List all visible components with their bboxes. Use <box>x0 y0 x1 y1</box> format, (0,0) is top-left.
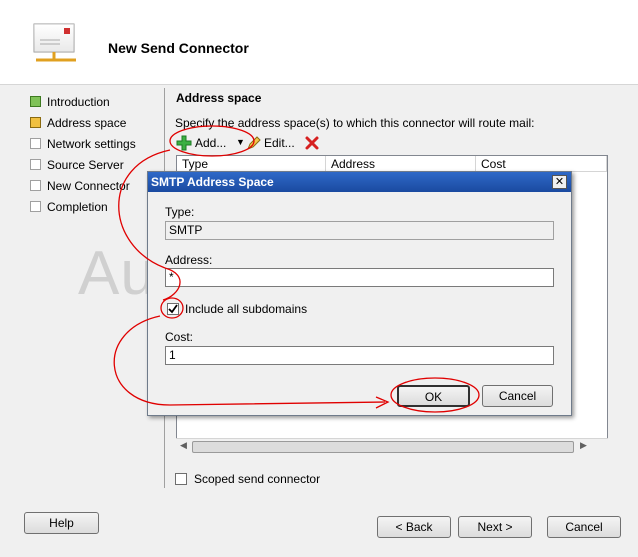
send-connector-icon <box>33 23 76 62</box>
help-button[interactable]: Help <box>24 512 99 534</box>
step-pending-icon <box>30 201 41 212</box>
chevron-down-icon: ▼ <box>236 137 245 147</box>
scoped-label: Scoped send connector <box>194 472 321 486</box>
dialog-title: SMTP Address Space <box>148 172 571 192</box>
horizontal-scrollbar[interactable]: ◀ ▶ <box>176 438 608 454</box>
step-label: Address space <box>47 116 127 130</box>
cost-field[interactable]: 1 <box>165 346 554 365</box>
section-title: Address space <box>176 91 262 105</box>
smtp-address-space-dialog: SMTP Address Space ✕ Type: SMTP Address:… <box>147 171 572 416</box>
type-label: Type: <box>165 205 195 219</box>
section-description: Specify the address space(s) to which th… <box>175 116 535 130</box>
step-pending-icon <box>30 180 41 191</box>
step-pending-icon <box>30 159 41 170</box>
step-pending-icon <box>30 138 41 149</box>
include-subdomains-checkbox[interactable]: Include all subdomains <box>165 301 365 317</box>
column-header-address[interactable]: Address <box>326 156 476 172</box>
wizard-title: New Send Connector <box>108 40 249 56</box>
dialog-cancel-button[interactable]: Cancel <box>482 385 553 407</box>
wizard-header: New Send Connector <box>0 0 638 85</box>
step-label: Source Server <box>47 158 124 172</box>
edit-button[interactable]: Edit... <box>246 134 298 152</box>
step-current-icon <box>30 117 41 128</box>
scroll-left-icon[interactable]: ◀ <box>180 440 187 451</box>
add-label: Add... <box>195 136 227 150</box>
ok-button[interactable]: OK <box>397 385 470 407</box>
type-field: SMTP <box>165 221 554 240</box>
step-done-icon <box>30 96 41 107</box>
scoped-send-connector-checkbox[interactable]: Scoped send connector <box>175 471 335 487</box>
back-button[interactable]: < Back <box>377 516 451 538</box>
address-field[interactable]: * <box>165 268 554 287</box>
subdomains-label: Include all subdomains <box>185 302 308 316</box>
scroll-right-icon[interactable]: ▶ <box>580 440 587 451</box>
scoped-checkbox-box[interactable] <box>175 473 187 485</box>
next-button[interactable]: Next > <box>458 516 532 538</box>
subdomains-checkbox-box[interactable] <box>167 303 179 315</box>
add-plus-icon <box>176 135 192 151</box>
remove-x-icon[interactable] <box>304 135 320 151</box>
cancel-button[interactable]: Cancel <box>547 516 621 538</box>
step-label: New Connector <box>47 179 130 193</box>
step-label: Network settings <box>47 137 136 151</box>
scrollbar-thumb[interactable] <box>192 441 574 453</box>
column-header-cost[interactable]: Cost <box>476 156 607 172</box>
pencil-icon <box>247 136 261 150</box>
add-button[interactable]: Add... ▼ <box>176 134 246 152</box>
column-header-type[interactable]: Type <box>177 156 326 172</box>
step-label: Introduction <box>47 95 110 109</box>
address-label: Address: <box>165 253 213 267</box>
edit-label: Edit... <box>264 136 295 150</box>
close-icon[interactable]: ✕ <box>552 175 567 189</box>
step-label: Completion <box>47 200 108 214</box>
cost-label: Cost: <box>165 330 194 344</box>
checkmark-icon <box>168 304 178 314</box>
